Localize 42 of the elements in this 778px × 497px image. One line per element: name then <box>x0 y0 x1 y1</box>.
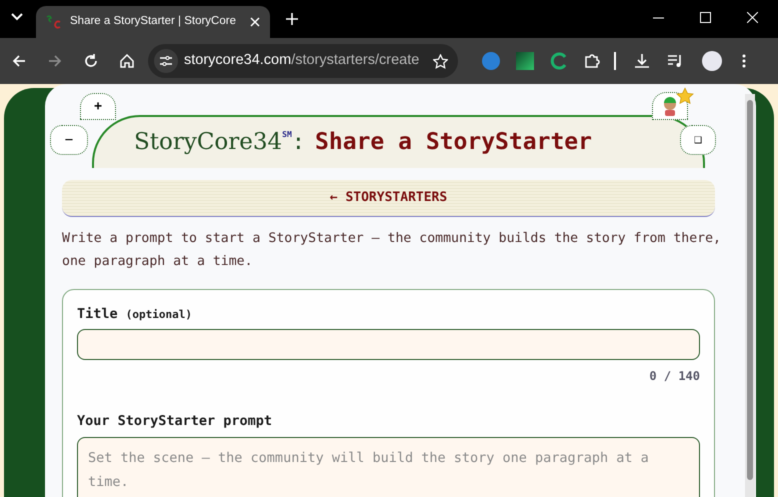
intro-paragraph: Write a prompt to start a StoryStarter — the community builds the story from there, one paragraph at a time. <box>62 230 722 271</box>
field-label: Title (optional) <box>77 305 194 324</box>
forward-arrow-icon[interactable] <box>48 55 62 67</box>
title-separator: : <box>292 129 306 157</box>
tab-title: Share a StoryStarter | StoryCore <box>70 14 237 30</box>
page-title: Share a StoryStarter <box>315 128 592 158</box>
scrollbar[interactable] <box>745 94 755 497</box>
title-input[interactable] <box>77 329 700 360</box>
service-mark: SM <box>282 129 292 141</box>
brand-name: StoryCore34 <box>134 128 282 158</box>
character-counter: 0 / 140 <box>648 368 700 386</box>
browser-tab[interactable]: Share a StoryStarter | StoryCore <box>36 6 270 38</box>
field-label: Your StoryStarter prompt <box>77 412 274 432</box>
extension-icon[interactable] <box>482 52 500 70</box>
close-icon[interactable] <box>747 12 758 23</box>
back-arrow-icon[interactable] <box>12 55 26 67</box>
star-icon <box>676 87 694 105</box>
add-button[interactable]: + <box>80 93 116 120</box>
download-icon[interactable] <box>634 53 650 69</box>
window-button[interactable]: ❑ <box>680 125 716 155</box>
maximize-icon[interactable] <box>700 12 711 23</box>
minus-button[interactable]: − <box>50 125 88 155</box>
extensions-puzzle-icon[interactable] <box>584 53 600 69</box>
close-icon[interactable] <box>250 17 260 27</box>
back-link[interactable]: ← STORYSTARTERS <box>62 180 715 217</box>
avatar-face-icon <box>662 96 678 116</box>
star-icon[interactable] <box>433 54 448 68</box>
new-tab-icon[interactable] <box>286 13 298 25</box>
reload-icon[interactable] <box>84 54 98 68</box>
prompt-textarea[interactable]: Set the scene — the community will build the story one paragraph at a time. <box>77 436 700 497</box>
profile-avatar[interactable] <box>702 51 722 71</box>
extension-icon[interactable] <box>516 52 534 70</box>
site-logo-icon <box>46 14 62 30</box>
tab-list-icon[interactable] <box>11 13 23 21</box>
home-icon[interactable] <box>120 54 134 68</box>
url-text: storycore34.com/storystarters/create <box>184 51 420 70</box>
extension-icon[interactable] <box>550 52 568 70</box>
menu-icon[interactable] <box>742 54 746 68</box>
user-avatar[interactable] <box>652 92 688 120</box>
media-playlist-icon[interactable] <box>668 54 684 68</box>
site-info-icon[interactable] <box>154 49 178 73</box>
address-bar[interactable]: storycore34.com/storystarters/create <box>148 44 458 78</box>
